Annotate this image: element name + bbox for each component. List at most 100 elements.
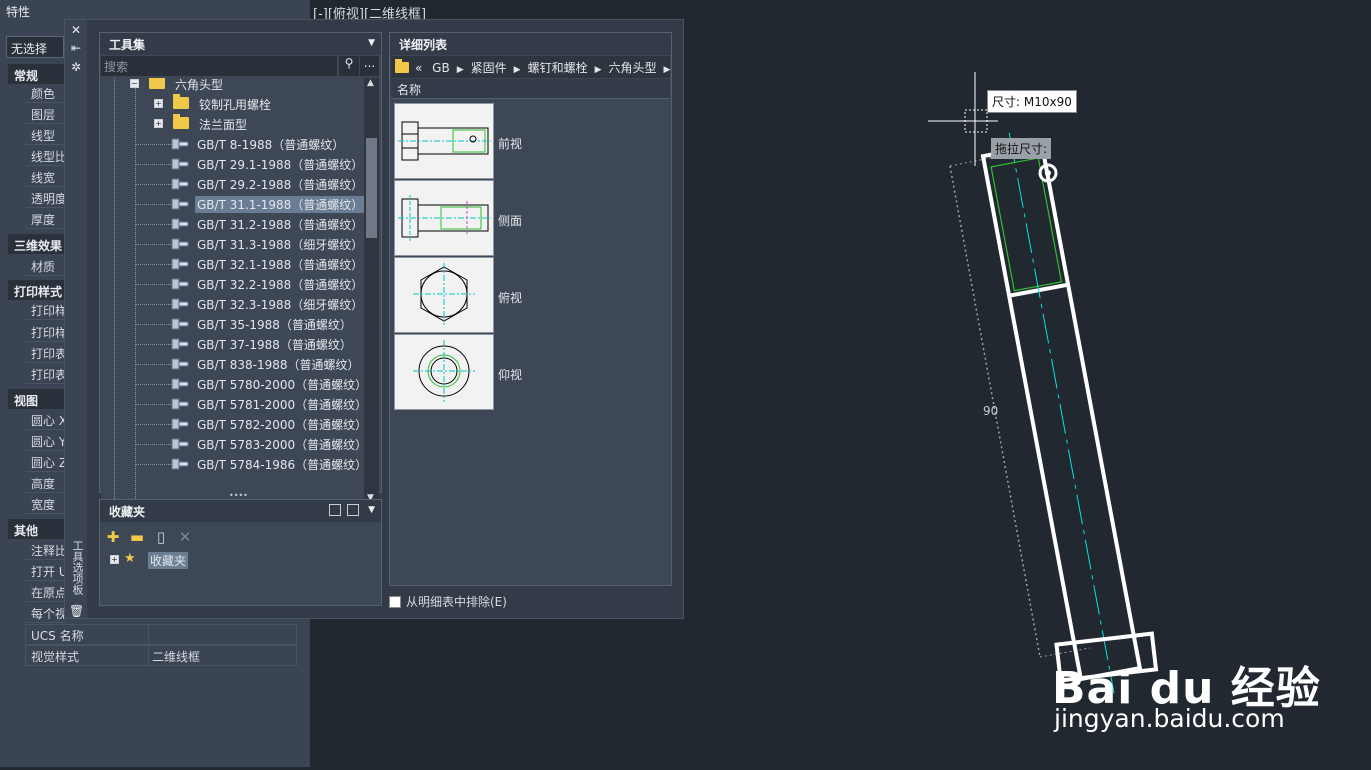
new-folder-icon[interactable]: ▬ [128,528,146,546]
list-view-icon[interactable] [329,504,341,516]
breadcrumb-hex-head[interactable]: 六角头型 [609,61,657,75]
tree-bolt-item[interactable]: GB/T 8-1988（普通螺纹） [101,134,364,154]
prop-color[interactable]: 颜色 [25,82,65,103]
tree-bolt-item[interactable]: GB/T 32.2-1988（普通螺纹） [101,274,364,294]
prop-visual-style[interactable]: 视觉样式 二维线框 [25,645,297,666]
top-view-thumbnail[interactable] [394,257,494,333]
tree-bolt-item[interactable]: GB/T 5784-1986（普通螺纹） [101,454,364,474]
document-icon[interactable]: ▯ [152,528,170,546]
exclude-from-bom[interactable]: 从明细表中排除(E) [389,593,507,610]
tree-folder-item[interactable]: − 六角头型 [101,78,364,94]
toolset-header[interactable]: 工具集 ▼ [100,33,381,55]
detail-view-icon[interactable] [347,504,359,516]
tree-bolt-item[interactable]: GB/T 37-1988（普通螺纹） [101,334,364,354]
section-misc[interactable]: 其他 [8,519,68,539]
tree-bolt-item[interactable]: GB/T 5780-2000（普通螺纹） [101,374,364,394]
side-view-thumbnail[interactable] [394,180,494,256]
bottom-view-thumbnail[interactable] [394,334,494,410]
folder-icon [173,114,189,129]
prop-width[interactable]: 宽度 [25,493,65,514]
bottom-view-label[interactable]: 仰视 [498,366,522,383]
tree-item-label: 铰制孔用螺栓 [199,98,272,112]
prop-ucs-icon-on[interactable]: 打开 U [25,560,65,581]
tree-bolt-item[interactable]: GB/T 5782-2000（普通螺纹） [101,414,364,434]
properties-icon[interactable]: ✲ [69,60,83,74]
chevron-down-icon[interactable]: ▼ [368,505,375,515]
prop-lineweight[interactable]: 线宽 [25,166,65,187]
prop-material[interactable]: 材质 [25,255,65,276]
tree-folder-item[interactable]: + 铰制孔用螺栓 [101,94,364,114]
tree-vertical-scrollbar[interactable]: ▲ ▼ [364,78,379,505]
section-3d-effects[interactable]: 三维效果 [8,234,68,254]
front-view-thumbnail[interactable] [394,103,494,179]
front-view-label[interactable]: 前视 [498,135,522,152]
tree-bolt-item[interactable]: GB/T 32.1-1988（普通螺纹） [101,254,364,274]
prop-transparency[interactable]: 透明度 [25,187,65,208]
panel-splitter[interactable]: •••• [229,492,249,500]
section-general[interactable]: 常规 [8,64,68,84]
delete-icon[interactable]: ✕ [176,528,194,546]
breadcrumb-screws-bolts[interactable]: 螺钉和螺栓 [528,61,588,75]
expand-icon[interactable]: + [154,99,163,108]
prop-center-y[interactable]: 圆心 Y [25,430,65,451]
tree-folder-item[interactable]: + 法兰面型 [101,114,364,134]
auto-hide-icon[interactable]: ⇤ [69,41,83,55]
prop-annotation-scale[interactable]: 注释比 [25,539,65,560]
favorites-header[interactable]: 收藏夹 ▼ [100,500,381,522]
tree-bolt-item[interactable]: GB/T 32.3-1988（细牙螺纹） [101,294,364,314]
tree-bolt-item[interactable]: GB/T 31.1-1988（普通螺纹） [101,194,364,214]
expand-icon[interactable]: + [110,555,119,564]
scroll-thumb[interactable] [366,138,377,238]
top-view-label[interactable]: 俯视 [498,289,522,306]
exclude-checkbox[interactable] [389,596,401,608]
breadcrumb[interactable]: « GB ▶ 紧固件 ▶ 螺钉和螺栓 ▶ 六角头型 ▶ [391,56,670,78]
prop-plot-table-attached[interactable]: 打印表 [25,342,65,363]
section-view[interactable]: 视图 [8,389,68,409]
add-favorite-icon[interactable]: ✚ [104,528,122,546]
more-button[interactable]: ... [360,56,379,76]
size-tooltip: 尺寸: M10x90 [987,90,1077,113]
scroll-up-icon[interactable]: ▲ [367,78,374,88]
tree-bolt-item[interactable]: GB/T 5783-2000（普通螺纹） [101,434,364,454]
toolset-tree[interactable]: − 六角头型 + 铰制孔用螺栓 + 法兰面型 GB/T 8-1988（普通螺纹） GB/T 2… [101,78,364,505]
search-icon[interactable]: ⚲ [339,56,359,76]
expand-icon[interactable]: + [154,119,163,128]
close-icon[interactable]: ✕ [69,23,83,37]
prop-layer[interactable]: 图层 [25,103,65,124]
prop-linetype-scale[interactable]: 线型比 [25,145,65,166]
tree-bolt-item[interactable]: GB/T 31.2-1988（普通螺纹） [101,214,364,234]
prop-ucs-per-viewport[interactable]: 每个视 [25,602,65,623]
tree-bolt-item[interactable]: GB/T 5781-2000（普通螺纹） [101,394,364,414]
prop-ucs-at-origin[interactable]: 在原点 [25,581,65,602]
prop-thickness[interactable]: 厚度 [25,208,65,229]
bottom-view-icon [413,340,475,402]
prop-plot-table-type[interactable]: 打印表 [25,363,65,384]
selection-dropdown[interactable]: 无选择 [6,36,64,58]
search-input[interactable]: 搜索 [101,56,337,76]
collapse-icon[interactable]: − [130,79,139,88]
prop-ucs-name-label: UCS 名称 [26,625,149,644]
tree-bolt-item[interactable]: GB/T 31.3-1988（细牙螺纹） [101,234,364,254]
prop-linetype[interactable]: 线型 [25,124,65,145]
tree-bolt-item[interactable]: GB/T 838-1988（普通螺纹） [101,354,364,374]
section-plot-style[interactable]: 打印样式 [8,280,68,300]
prop-center-x[interactable]: 圆心 X [25,409,65,430]
trash-icon[interactable]: 🗑 [69,604,84,618]
breadcrumb-back[interactable]: « [415,61,422,75]
prop-center-z[interactable]: 圆心 Z [25,451,65,472]
tree-bolt-item[interactable]: GB/T 35-1988（普通螺纹） [101,314,364,334]
prop-ucs-name[interactable]: UCS 名称 [25,624,297,645]
tree-bolt-item[interactable]: GB/T 29.2-1988（普通螺纹） [101,174,364,194]
palette-title-strip[interactable]: ✕ ⇤ ✲ 工具选项板 🗑 [65,20,87,618]
prop-height[interactable]: 高度 [25,472,65,493]
side-view-label[interactable]: 侧面 [498,212,522,229]
column-header-name[interactable]: 名称 [391,79,670,99]
prop-plot-style[interactable]: 打印样 [25,299,65,320]
favorites-tree-item[interactable]: + ★ 收藏夹 [110,550,310,570]
tree-bolt-item[interactable]: GB/T 29.1-1988（普通螺纹） [101,154,364,174]
prop-plot-style-table[interactable]: 打印样 [25,321,65,342]
breadcrumb-fasteners[interactable]: 紧固件 [471,61,507,75]
chevron-down-icon[interactable]: ▼ [368,38,375,48]
tree-item-label: GB/T 5781-2000（普通螺纹） [197,398,364,412]
breadcrumb-gb[interactable]: GB [432,61,450,75]
